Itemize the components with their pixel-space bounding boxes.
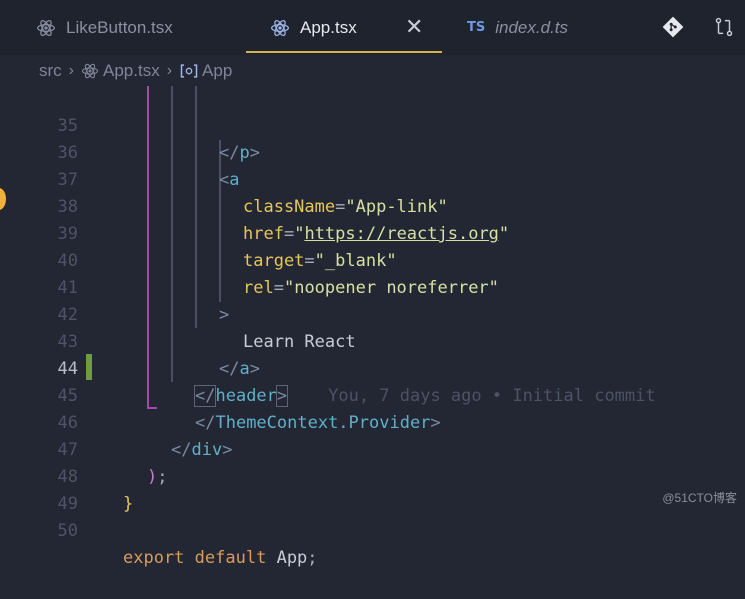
breadcrumb-symbol[interactable]: App <box>179 61 232 81</box>
code-line: 40 rel="noopener noreferrer" <box>57 251 499 298</box>
breadcrumb-symbol-label: App <box>202 61 233 80</box>
chevron-right-icon: › <box>166 62 173 79</box>
symbol-icon <box>180 64 198 78</box>
tab-app[interactable]: App.tsx <box>270 0 357 55</box>
tab-label: App.tsx <box>300 17 357 37</box>
breadcrumb-folder[interactable]: src <box>39 61 62 81</box>
code-line: 42 Learn React <box>57 305 356 352</box>
typescript-icon: TS <box>467 20 486 35</box>
react-icon <box>81 63 99 79</box>
code-line-current: 44 </header> You, 7 days ago • Initial c… <box>57 359 656 407</box>
breadcrumb-file[interactable]: App.tsx <box>81 61 160 81</box>
code-line: 46 </div> <box>57 413 233 460</box>
code-line: 50 export default App; <box>57 521 318 568</box>
git-icon[interactable] <box>662 16 684 38</box>
watermark: @51CTO博客 <box>662 491 737 505</box>
code-line: 49 <box>57 494 78 514</box>
react-icon <box>37 19 55 36</box>
tab-index-dts[interactable]: TS index.d.ts <box>467 0 568 55</box>
chevron-right-icon: › <box>68 62 74 79</box>
code-line: 41 > <box>57 278 230 325</box>
close-tab-button[interactable]: ✕ <box>405 14 423 40</box>
code-line: 36 <a <box>57 143 240 190</box>
code-line: 35 </p> <box>57 116 260 163</box>
tab-label: index.d.ts <box>495 17 568 37</box>
code-line: 48 } <box>57 467 134 514</box>
code-line: 39 target="_blank" <box>57 224 397 271</box>
react-icon <box>271 19 289 36</box>
code-line: 38 href="https://reactjs.org" <box>57 197 510 244</box>
tab-bar: LikeButton.tsx App.tsx ✕ TS index.d.ts <box>0 0 745 55</box>
code-line: 45 </ThemeContext.Provider> <box>57 386 441 433</box>
breadcrumb-file-label: App.tsx <box>103 61 160 80</box>
compare-icon[interactable] <box>713 16 735 38</box>
code-line: 37 className="App-link" <box>57 170 448 217</box>
active-tab-indicator <box>246 51 442 53</box>
code-editor[interactable]: 35 </p> 36 <a 37 className="App-link" 38… <box>0 86 745 568</box>
tab-likebutton[interactable]: LikeButton.tsx <box>36 0 173 55</box>
code-line: 43 </a> <box>57 332 260 379</box>
code-line: 47 ); <box>57 440 168 487</box>
breadcrumb: src › App.tsx › App <box>0 58 745 84</box>
tab-label: LikeButton.tsx <box>66 17 173 37</box>
